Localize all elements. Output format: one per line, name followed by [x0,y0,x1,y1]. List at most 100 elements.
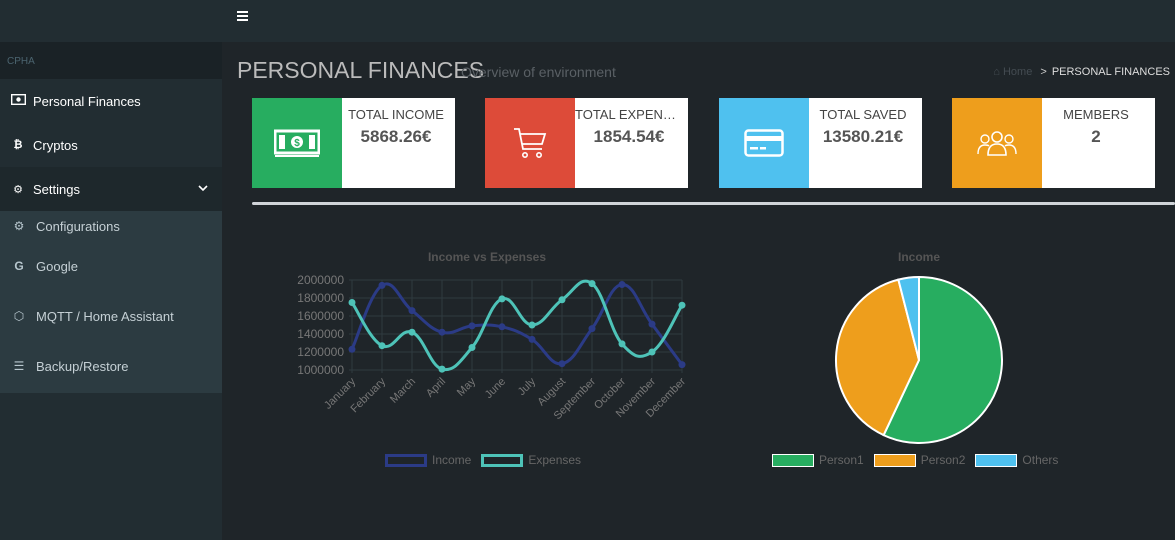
card-icon-box [952,98,1042,188]
settings-submenu: ⚙ Configurations G Google ⬡ MQTT / Home … [0,211,222,393]
data-point[interactable] [648,320,656,328]
submenu-item-backup-restore[interactable]: ☰ Backup/Restore [0,341,222,391]
legend-label: Others [1022,453,1059,467]
data-point[interactable] [468,344,476,351]
submenu-item-label: Google [36,258,78,274]
x-tick-label: March [388,376,418,406]
data-point[interactable] [648,348,656,356]
money-bill-icon: $ [274,129,320,157]
hexagon-icon: ⬡ [13,309,25,323]
section-divider [252,202,1175,205]
legend-item-expenses[interactable]: Expenses [481,453,581,467]
data-point[interactable] [438,365,446,373]
top-navbar [0,0,1175,42]
data-point[interactable] [558,360,566,368]
menu-toggle-icon[interactable] [237,11,249,23]
list-icon: ☰ [13,359,25,373]
y-tick-label: 2000000 [297,273,344,287]
legend-item-others[interactable]: Others [975,453,1058,467]
legend-item-person2[interactable]: Person2 [873,453,966,467]
card-label: TOTAL EXPENSES [575,107,683,122]
legend-swatch [873,453,916,467]
bitcoin-icon: ₿ [13,139,23,151]
google-icon: G [14,259,24,273]
data-point[interactable] [378,281,386,289]
data-point[interactable] [678,361,686,369]
data-point[interactable] [528,321,536,329]
card-total-expenses: TOTAL EXPENSES 1854.54€ [485,98,688,188]
data-point[interactable] [348,345,356,353]
series-line-expenses [350,279,684,372]
legend-swatch [385,453,427,467]
submenu-item-google[interactable]: G Google [0,241,222,291]
data-point[interactable] [528,335,536,343]
pie-chart-legend: Person1 Person2 Others [772,453,1068,467]
card-total-income: $ TOTAL INCOME 5868.26€ [252,98,455,188]
card-icon-box [485,98,575,188]
breadcrumb-home[interactable]: ⌂ Home [993,66,1035,78]
x-tick-label: July [516,375,539,398]
data-point[interactable] [468,322,476,330]
legend-swatch [772,453,814,467]
data-point[interactable] [588,325,596,333]
gear-icon: ⚙ [13,183,23,196]
y-tick-label: 1800000 [297,291,344,305]
card-total-saved: TOTAL SAVED 13580.21€ [719,98,922,188]
users-icon [977,131,1017,156]
breadcrumb-home-label: Home [1002,66,1033,78]
sidebar-item-label: Personal Finances [33,93,141,109]
breadcrumb: ⌂ Home > PERSONAL FINANCES [993,66,1170,78]
legend-swatch [975,453,1018,467]
data-point[interactable] [408,307,416,315]
data-point[interactable] [348,299,356,306]
y-tick-label: 1000000 [297,363,344,377]
sidebar-item-cryptos[interactable]: ₿ Cryptos [0,123,222,167]
shopping-cart-icon [514,128,547,158]
line-chart-title: Income vs Expenses [427,250,547,264]
y-tick-label: 1600000 [297,309,344,323]
data-point[interactable] [618,281,626,288]
x-tick-label: June [483,376,508,401]
card-value: 13580.21€ [822,127,904,146]
chevron-down-icon [198,184,208,195]
sidebar-item-label: Settings [33,181,80,197]
data-point[interactable] [498,323,506,331]
legend-label: Person2 [920,453,966,467]
breadcrumb-separator: > [1040,66,1047,78]
submenu-item-label: Backup/Restore [36,358,129,374]
card-label: TOTAL SAVED [819,107,907,122]
data-point[interactable] [438,328,446,336]
data-point[interactable] [618,340,626,348]
submenu-item-mqtt[interactable]: ⬡ MQTT / Home Assistant [0,291,222,341]
card-icon-box: $ [252,98,342,188]
data-point[interactable] [498,295,506,303]
x-tick-label: May [455,375,479,399]
legend-label: Expenses [528,453,582,467]
sidebar-brand: CPHA [0,42,222,79]
card-icon-box [719,98,809,188]
card-value: 2 [1091,127,1101,146]
data-point[interactable] [378,342,386,350]
y-tick-label: 1200000 [297,345,344,359]
data-point[interactable] [678,301,686,309]
legend-item-income[interactable]: Income [385,453,471,467]
legend-label: Income [432,453,472,467]
main-content: PERSONAL FINANCES Overview of environmen… [222,42,1175,540]
card-value: 5868.26€ [360,127,432,146]
gear-icon: ⚙ [13,219,25,233]
y-tick-label: 1400000 [297,327,344,341]
page-title: PERSONAL FINANCES [237,57,485,83]
submenu-item-configurations[interactable]: ⚙ Configurations [0,211,222,241]
data-point[interactable] [588,280,596,288]
legend-swatch [481,453,524,467]
legend-label: Person1 [819,453,864,467]
data-point[interactable] [558,296,566,304]
sidebar-item-personal-finances[interactable]: Personal Finances [0,79,222,123]
sidebar-item-settings[interactable]: ⚙ Settings [0,167,222,211]
submenu-item-label: MQTT / Home Assistant [36,308,174,324]
home-icon: ⌂ [993,66,1000,78]
card-label: TOTAL INCOME [348,107,444,122]
data-point[interactable] [408,328,416,336]
card-members: MEMBERS 2 [952,98,1155,188]
legend-item-person1[interactable]: Person1 [772,453,864,467]
